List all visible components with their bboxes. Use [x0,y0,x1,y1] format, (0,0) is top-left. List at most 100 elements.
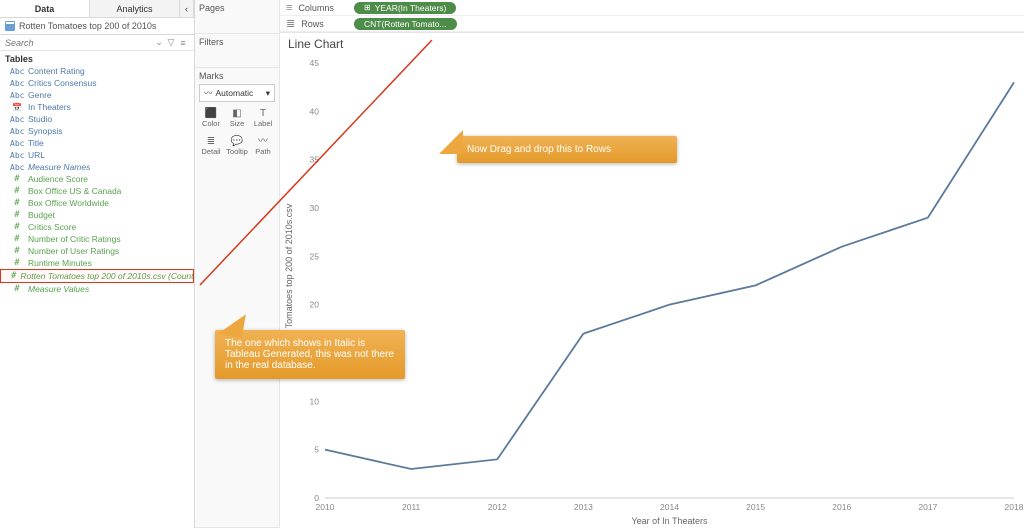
field-type-icon: # [10,284,24,294]
field-item[interactable]: AbcSynopsis [0,125,194,137]
field-label: Budget [28,210,55,220]
chart-area[interactable]: 0510202530354045201020112012201320142015… [280,55,1024,528]
svg-text:2010: 2010 [316,502,335,512]
field-type-icon: Abc [10,151,24,160]
field-item[interactable]: #Box Office US & Canada [0,185,194,197]
marks-card-detail[interactable]: ≣Detail [199,133,223,159]
field-item[interactable]: Abc Title [0,137,194,149]
field-item[interactable]: # Critics Score [0,221,194,233]
pages-shelf[interactable]: Pages [195,0,279,34]
data-panel: Data Analytics ‹ Rotten Tomatoes top 200… [0,0,195,528]
line-chart: 0510202530354045201020112012201320142015… [280,55,1024,528]
field-label: Studio [28,114,52,124]
marks-card-color[interactable]: ⬛Color [199,105,223,131]
sheet-title[interactable]: Line Chart [280,33,1024,55]
pages-label: Pages [199,3,275,13]
filters-shelf[interactable]: Filters [195,34,279,68]
search-dropdown-icon[interactable]: ⌄ [153,37,165,48]
field-type-icon: # [10,210,24,220]
marks-card-icon: ⬛ [205,109,217,119]
marks-card-label: Label [254,119,272,128]
marks-grid: ⬛Color◧SizeTLabel≣Detail💬Tooltip〰Path [199,105,275,159]
field-type-icon: # [10,246,24,256]
field-type-icon: Abc [10,91,24,100]
shelves: ≡Columns ⊞YEAR(In Theaters) ≣ Rows CNT(Ro… [280,0,1024,33]
field-label: Rotten Tomatoes top 200 of 2010s.csv (Co… [20,271,194,281]
field-item[interactable]: # Budget [0,209,194,221]
svg-text:40: 40 [310,106,320,116]
field-item[interactable]: #Rotten Tomatoes top 200 of 2010s.csv (C… [0,269,194,283]
marks-card-label: Color [202,119,220,128]
panel-collapse-button[interactable]: ‹ [180,0,194,17]
rows-label: Rows [301,19,324,29]
field-item[interactable]: #Number of User Ratings [0,245,194,257]
field-label: Critics Score [28,222,76,232]
field-item[interactable]: AbcMeasure Names [0,161,194,173]
field-list: AbcContent RatingAbcCritics ConsensusAbc… [0,65,194,528]
marks-label: Marks [199,71,275,81]
marktype-auto-icon: 〰 [204,87,213,99]
chevron-down-icon: ▾ [266,88,270,99]
svg-text:10: 10 [310,396,320,406]
field-item[interactable]: #Runtime Minutes [0,257,194,269]
tables-heading: Tables [0,51,194,65]
field-item[interactable]: #Number of Critic Ratings [0,233,194,245]
field-item[interactable]: AbcURL [0,149,194,161]
field-item[interactable]: # Box Office Worldwide [0,197,194,209]
field-label: Synopsis [28,126,63,136]
search-input[interactable] [5,38,153,48]
field-label: Title [28,138,44,148]
field-item[interactable]: #Audience Score [0,173,194,185]
svg-text:2011: 2011 [402,502,421,512]
marks-card-label: Detail [201,147,220,156]
marks-card-path[interactable]: 〰Path [251,133,275,159]
field-type-icon: # [10,198,24,208]
marks-card-icon: 💬 [231,137,243,147]
marks-card-tooltip[interactable]: 💬Tooltip [225,133,249,159]
field-type-icon: # [10,186,24,196]
tab-data[interactable]: Data [0,0,90,17]
svg-text:45: 45 [310,58,320,68]
columns-pill[interactable]: ⊞YEAR(In Theaters) [354,2,456,14]
field-item[interactable]: Abc Genre [0,89,194,101]
field-label: Measure Names [28,162,90,172]
rows-pill[interactable]: CNT(Rotten Tomato... [354,18,457,30]
marks-card-icon: ◧ [232,109,241,119]
cards-panel: Pages Filters Marks 〰Automatic ▾ ⬛Color◧… [195,0,280,528]
data-panel-tabs: Data Analytics ‹ [0,0,194,18]
field-item[interactable]: Abc Studio [0,113,194,125]
field-label: Measure Values [28,284,89,294]
field-item[interactable]: AbcContent Rating [0,65,194,77]
columns-shelf[interactable]: ≡Columns ⊞YEAR(In Theaters) [280,0,1024,16]
filter-icon[interactable]: ▽ [165,37,177,48]
marks-card-size[interactable]: ◧Size [225,105,249,131]
field-item[interactable]: AbcCritics Consensus [0,77,194,89]
field-label: Runtime Minutes [28,258,92,268]
marks-card: Marks 〰Automatic ▾ ⬛Color◧SizeTLabel≣Det… [195,68,279,528]
svg-text:2014: 2014 [660,502,679,512]
datasource-row[interactable]: Rotten Tomatoes top 200 of 2010s [0,18,194,35]
rows-shelf[interactable]: ≣ Rows CNT(Rotten Tomato... [280,16,1024,32]
field-label: Box Office Worldwide [28,198,109,208]
datasource-icon [5,21,15,31]
svg-text:5: 5 [314,445,319,455]
marks-card-icon: ≣ [207,137,215,147]
field-label: Genre [28,90,52,100]
mark-type-dropdown[interactable]: 〰Automatic ▾ [199,84,275,102]
filters-label: Filters [199,37,275,47]
field-item[interactable]: 📅In Theaters [0,101,194,113]
calendar-icon: ⊞ [364,3,371,12]
marks-card-label: Size [230,119,245,128]
svg-text:2015: 2015 [746,502,765,512]
field-item[interactable]: # Measure Values [0,283,194,295]
search-menu-icon[interactable]: ≡ [177,38,189,48]
tab-analytics[interactable]: Analytics [90,0,180,17]
field-type-icon: # [10,222,24,232]
field-type-icon: Abc [10,139,24,148]
rows-icon: ≣ [286,17,295,30]
field-type-icon: Abc [10,115,24,124]
svg-text:Rotten Tomatoes top 200 of 201: Rotten Tomatoes top 200 of 2010s.csv [284,203,294,357]
field-search: ⌄ ▽ ≡ [0,35,194,51]
marks-card-label[interactable]: TLabel [251,105,275,131]
svg-text:2012: 2012 [488,502,507,512]
